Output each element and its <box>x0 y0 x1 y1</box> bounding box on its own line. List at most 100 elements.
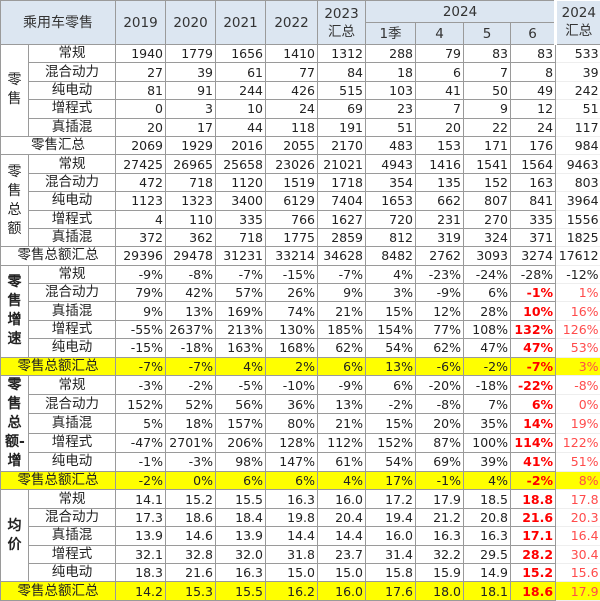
table-cell: 110 <box>166 210 216 228</box>
table-cell: 27425 <box>116 155 166 173</box>
table-cell: -7% <box>318 265 366 283</box>
table-cell: 4 <box>116 210 166 228</box>
summary-cell: 1929 <box>166 136 216 154</box>
table-cell: 79 <box>416 45 464 63</box>
summary-row: 零售总额汇总-7%-7%4%2%6%13%-6%-2%-7%3% <box>1 357 600 375</box>
table-cell: 662 <box>416 192 464 210</box>
table-cell: 100% <box>464 433 511 452</box>
table-cell: 213% <box>216 320 266 338</box>
section-label: 零售总额-增 <box>1 376 29 472</box>
col-header-2023-year: 2023 <box>320 5 363 23</box>
row-label: 常规 <box>29 265 116 283</box>
summary-cell: 33214 <box>266 247 318 265</box>
summary-cell: 18.1 <box>464 582 511 600</box>
summary-cell: 4% <box>464 472 511 490</box>
summary-cell: -7% <box>511 357 556 375</box>
table-cell: 81 <box>116 81 166 99</box>
table-cell: 21.6 <box>511 508 556 526</box>
table-cell: 157% <box>216 414 266 433</box>
table-cell: 21.6 <box>166 563 216 581</box>
table-cell: 9% <box>116 302 166 320</box>
table-cell: 354 <box>366 173 416 191</box>
table-cell: 91 <box>166 81 216 99</box>
table-cell: 22 <box>464 118 511 136</box>
table-cell: 7404 <box>318 192 366 210</box>
table-cell: 25658 <box>216 155 266 173</box>
table-cell: 15.8 <box>366 563 416 581</box>
section-label: 零售增速 <box>1 265 29 357</box>
row-label: 纯电动 <box>29 339 116 357</box>
table-cell: 18.6 <box>166 508 216 526</box>
row-label: 混合动力 <box>29 395 116 414</box>
table-row: 真插混20174411819151202224117 <box>1 118 600 136</box>
table-cell: -8% <box>166 265 216 283</box>
table-cell: 1% <box>556 284 600 302</box>
summary-cell: 171 <box>464 136 511 154</box>
table-cell: 1312 <box>318 45 366 63</box>
table-cell: -28% <box>511 265 556 283</box>
table-cell: 163% <box>216 339 266 357</box>
table-cell: 2701% <box>166 433 216 452</box>
table-cell: 17.2 <box>366 490 416 508</box>
table-row: 混合动力17.318.618.419.820.419.421.220.821.6… <box>1 508 600 526</box>
row-label: 混合动力 <box>29 63 116 81</box>
summary-cell: 2170 <box>318 136 366 154</box>
table-cell: 270 <box>464 210 511 228</box>
table-cell: 515 <box>318 81 366 99</box>
table-cell: 21% <box>318 414 366 433</box>
summary-cell: 153 <box>416 136 464 154</box>
table-cell: 20.8 <box>464 508 511 526</box>
table-row: 零售总额-增常规-3%-2%-5%-10%-9%6%-20%-18%-22%-8… <box>1 376 600 395</box>
col-header-2023-sub: 汇总 <box>320 23 363 41</box>
row-label: 混合动力 <box>29 284 116 302</box>
table-cell: 118 <box>266 118 318 136</box>
table-cell: 1775 <box>266 228 318 246</box>
row-label: 真插混 <box>29 414 116 433</box>
table-row: 均价常规14.115.215.516.316.017.217.918.518.8… <box>1 490 600 508</box>
table-cell: 23.7 <box>318 545 366 563</box>
table-cell: 103 <box>366 81 416 99</box>
table-cell: 77% <box>416 320 464 338</box>
table-cell: 169% <box>216 302 266 320</box>
row-label: 混合动力 <box>29 508 116 526</box>
summary-cell: 15.5 <box>216 582 266 600</box>
table-row: 零售常规19401779165614101312288798383533 <box>1 45 600 63</box>
table-cell: 31.8 <box>266 545 318 563</box>
row-label: 常规 <box>29 490 116 508</box>
table-cell: 52% <box>166 395 216 414</box>
summary-row: 零售汇总20691929201620552170483153171176984 <box>1 136 600 154</box>
summary-cell: -7% <box>166 357 216 375</box>
row-label: 增程式 <box>29 100 116 118</box>
table-cell: 14.1 <box>116 490 166 508</box>
table-cell: 14.9 <box>464 563 511 581</box>
table-cell: 16.3 <box>464 527 511 545</box>
summary-cell: 17% <box>366 472 416 490</box>
table-row: 混合动力27396177841867839 <box>1 63 600 81</box>
summary-cell: 3093 <box>464 247 511 265</box>
table-cell: 51% <box>556 452 600 471</box>
table-cell: 26% <box>266 284 318 302</box>
table-cell: 718 <box>166 173 216 191</box>
table-cell: 841 <box>511 192 556 210</box>
summary-cell: 2016 <box>216 136 266 154</box>
table-cell: 84 <box>318 63 366 81</box>
table-cell: 15.9 <box>416 563 464 581</box>
table-cell: 39% <box>464 452 511 471</box>
summary-cell: 29396 <box>116 247 166 265</box>
col-header-2019: 2019 <box>116 1 166 45</box>
table-cell: 206% <box>216 433 266 452</box>
table-cell: 28.2 <box>511 545 556 563</box>
row-label: 常规 <box>29 155 116 173</box>
table-row: 零售总额常规2742526965256582302621021494314161… <box>1 155 600 173</box>
table-cell: 79% <box>116 284 166 302</box>
table-cell: 29.5 <box>464 545 511 563</box>
table-cell: -15% <box>266 265 318 283</box>
table-cell: 154% <box>366 320 416 338</box>
table-cell: 1627 <box>318 210 366 228</box>
summary-cell: 29478 <box>166 247 216 265</box>
summary-cell: -1% <box>416 472 464 490</box>
table-cell: 69 <box>318 100 366 118</box>
row-label: 纯电动 <box>29 81 116 99</box>
summary-cell: 18.6 <box>511 582 556 600</box>
table-cell: 21% <box>318 302 366 320</box>
